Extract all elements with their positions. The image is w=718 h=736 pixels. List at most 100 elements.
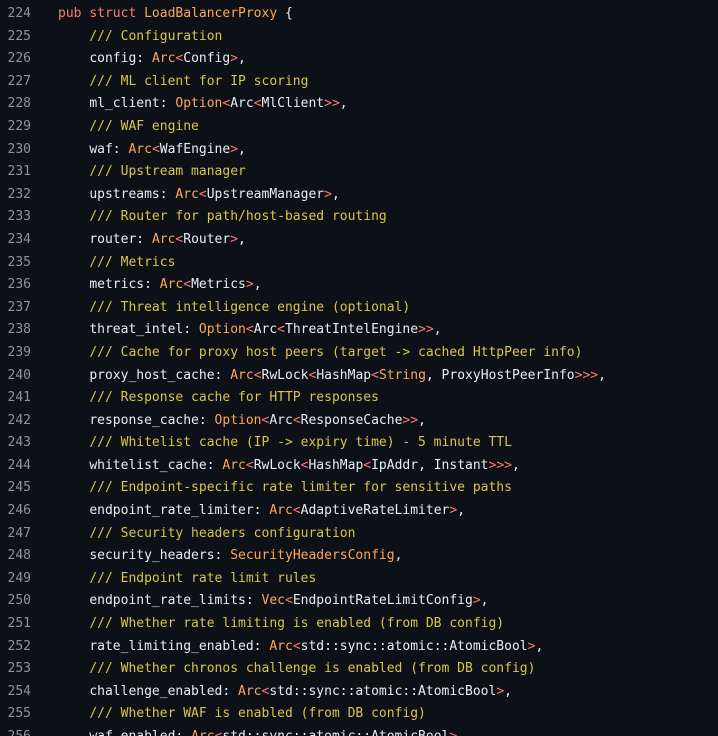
line-number: 256 — [0, 726, 31, 736]
plain-token: , — [339, 96, 348, 112]
operator-token: > — [324, 186, 332, 202]
type-token: Arc — [238, 683, 262, 699]
plain-token: { — [277, 6, 293, 21]
code-text: /// Upstream manager — [58, 161, 246, 184]
line-number: 233 — [7, 209, 31, 225]
line-number: 247 — [7, 525, 31, 541]
plain-token: whitelist_cache: — [89, 457, 223, 473]
plain-token: proxy_host_cache: — [89, 367, 231, 383]
code-text: /// WAF engine — [58, 116, 199, 139]
code-text: /// Whether chronos challenge is enabled… — [58, 658, 535, 681]
code-line: 252 rate_limiting_enabled: Arc<std::sync… — [0, 636, 718, 659]
line-number: 232 — [7, 186, 31, 202]
type-token: Option — [198, 322, 246, 338]
keyword-token: pub — [58, 6, 82, 21]
code-line: 251 /// Whether rate limiting is enabled… — [0, 613, 718, 636]
line-number: 244 — [7, 457, 31, 473]
code-text: waf_enabled: Arc<std::sync::atomic::Atom… — [58, 726, 457, 736]
line-number: 240 — [7, 367, 31, 383]
code-text: router: Arc<Router>, — [58, 229, 246, 252]
line-number: 231 — [7, 164, 31, 180]
code-line: 228 ml_client: Option<Arc<MlClient>>, — [0, 93, 718, 116]
plain-token: EndpointRateLimitConfig — [292, 593, 473, 609]
plain-token: HashMap — [316, 367, 372, 383]
code-line: 226 config: Arc<Config>, — [0, 48, 718, 71]
plain-token: challenge_enabled: — [89, 683, 239, 699]
code-line: 254 challenge_enabled: Arc<std::sync::at… — [0, 681, 718, 704]
code-line: 237 /// Threat intelligence engine (opti… — [0, 297, 718, 320]
comment-token: /// Whitelist cache (IP -> expiry time) … — [89, 435, 512, 451]
type-token: Arc — [128, 141, 152, 157]
operator-token: < — [292, 638, 301, 654]
code-text: config: Arc<Config>, — [58, 48, 246, 71]
comment-token: /// Metrics — [89, 254, 176, 270]
line-number: 242 — [7, 412, 31, 428]
line-number: 251 — [7, 616, 31, 632]
line-number: 250 — [7, 593, 31, 609]
plain-token: ThreatIntelEngine — [285, 322, 419, 338]
plain-token: response_cache: — [89, 412, 215, 428]
line-number: 253 — [7, 661, 31, 677]
line-number: 234 — [7, 231, 31, 247]
code-text: /// Endpoint-specific rate limiter for s… — [58, 477, 512, 500]
line-number: 226 — [7, 51, 31, 67]
plain-token: IpAddr, Instant — [371, 457, 489, 473]
plain-token: RwLock — [261, 367, 309, 383]
plain-token: waf_enabled: — [89, 729, 191, 736]
code-text: /// Metrics — [58, 252, 175, 275]
plain-token: Arc — [230, 96, 254, 112]
plain-token: std::sync::atomic::AtomicBool — [222, 729, 449, 736]
line-number: 243 — [7, 435, 31, 451]
type-token: Arc — [269, 638, 293, 654]
operator-token: < — [277, 322, 285, 338]
code-line: 243 /// Whitelist cache (IP -> expiry ti… — [0, 432, 718, 455]
operator-token: >>> — [574, 367, 599, 383]
type-token: Arc — [151, 51, 176, 67]
plain-token: AdaptiveRateLimiter — [300, 503, 450, 519]
code-text: endpoint_rate_limits: Vec<EndpointRateLi… — [58, 590, 488, 613]
code-line: 244 whitelist_cache: Arc<RwLock<HashMap<… — [0, 455, 718, 478]
operator-token: >> — [418, 322, 434, 338]
plain-token: ResponseCache — [300, 412, 403, 428]
code-line: 236 metrics: Arc<Metrics>, — [0, 274, 718, 297]
code-line: 255 /// Whether WAF is enabled (from DB … — [0, 703, 718, 726]
code-line: 234 router: Arc<Router>, — [0, 229, 718, 252]
code-lines: 224 pub struct LoadBalancerProxy {225 ///… — [0, 3, 718, 736]
plain-token: UpstreamManager — [206, 186, 325, 202]
operator-token: < — [292, 503, 301, 519]
code-text: upstreams: Arc<UpstreamManager>, — [58, 184, 339, 207]
operator-token: > — [449, 503, 458, 519]
line-number: 249 — [7, 570, 31, 586]
line-number: 248 — [7, 548, 31, 564]
plain-token: rate_limiting_enabled: — [89, 638, 270, 654]
code-line: 240 proxy_host_cache: Arc<RwLock<HashMap… — [0, 365, 718, 388]
comment-token: /// Threat intelligence engine (optional… — [89, 299, 411, 315]
plain-token: ml_client: — [89, 96, 176, 112]
plain-token: Metrics — [191, 277, 246, 293]
code-text: /// Router for path/host-based routing — [58, 206, 386, 229]
code-line: 239 /// Cache for proxy host peers (targ… — [0, 342, 718, 365]
plain-token: security_headers: — [89, 548, 231, 564]
code-text: /// ML client for IP scoring — [58, 71, 308, 94]
line-number: 230 — [7, 141, 31, 157]
line-number: 224 — [7, 6, 31, 21]
plain-token: , — [433, 322, 442, 338]
operator-token: < — [371, 367, 379, 383]
code-line: 242 response_cache: Option<Arc<ResponseC… — [0, 410, 718, 433]
line-number: 255 — [7, 706, 31, 722]
type-token: Arc — [159, 277, 184, 293]
code-viewer[interactable]: 224 pub struct LoadBalancerProxy {225 ///… — [0, 0, 718, 736]
code-line: 224 pub struct LoadBalancerProxy { — [0, 3, 718, 26]
